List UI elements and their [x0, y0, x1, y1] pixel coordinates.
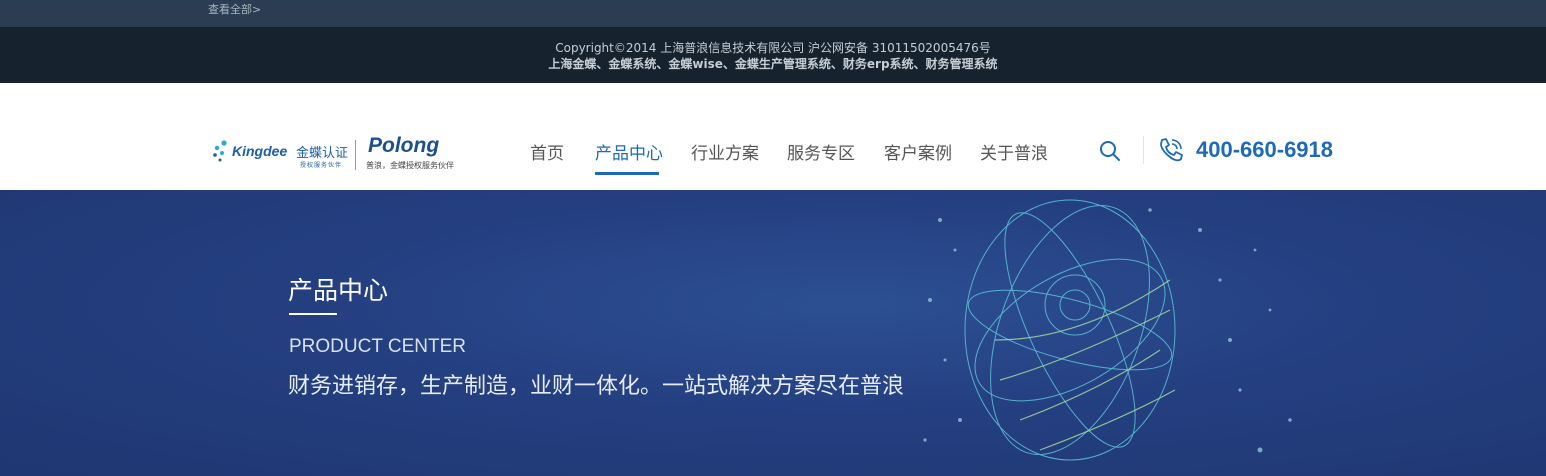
phone-number[interactable]: 400-660-6918 — [1196, 137, 1333, 163]
banner-tagline: 财务进销存，生产制造，业财一体化。一站式解决方案尽在普浪 — [288, 374, 905, 399]
page-subtitle-en: PRODUCT CENTER — [289, 336, 466, 357]
kingdee-wordmark: Kingdee — [232, 143, 288, 159]
search-icon[interactable] — [1099, 140, 1121, 162]
nav-item-home[interactable]: 首页 — [530, 139, 564, 164]
nav-item-cases[interactable]: 客户案例 — [884, 139, 952, 164]
nav-item-about[interactable]: 关于普浪 — [980, 139, 1048, 164]
kingdee-dots-icon — [213, 140, 227, 162]
site-logo[interactable]: Kingdee 金蝶认证 授权服务伙伴 Polong 普浪，金蝶授权服务伙伴 — [212, 134, 462, 172]
keyword-links[interactable]: 上海金蝶、金蝶系统、金蝶wise、金蝶生产管理系统、财务erp系统、财务管理系统 — [0, 56, 1546, 72]
copyright-text: Copyright©2014 上海普浪信息技术有限公司 沪公网安备 310115… — [555, 41, 991, 55]
phone-icon — [1160, 138, 1183, 162]
logo-divider — [355, 140, 356, 170]
site-footer: Copyright©2014 上海普浪信息技术有限公司 沪公网安备 310115… — [0, 27, 1546, 83]
globe-graphic — [923, 199, 1292, 461]
nav-item-solutions[interactable]: 行业方案 — [691, 139, 759, 164]
title-underline — [289, 313, 337, 315]
view-all-link[interactable]: 查看全部> — [208, 1, 261, 17]
nav-item-products[interactable]: 产品中心 — [595, 139, 663, 164]
header-separator — [1143, 136, 1144, 164]
polong-wordmark: Polong — [368, 134, 440, 157]
polong-tagline: 普浪，金蝶授权服务伙伴 — [366, 161, 454, 170]
nav-active-underline — [595, 172, 659, 175]
top-strip: 查看全部> — [0, 0, 1546, 27]
page-title: 产品中心 — [288, 276, 389, 305]
nav-item-services[interactable]: 服务专区 — [787, 139, 855, 164]
kingdee-cert-sub: 授权服务伙伴 — [300, 162, 343, 169]
site-header: Kingdee 金蝶认证 授权服务伙伴 Polong 普浪，金蝶授权服务伙伴 首… — [0, 83, 1546, 190]
kingdee-cert-label: 金蝶认证 — [296, 146, 349, 161]
hero-banner: 产品中心 PRODUCT CENTER 财务进销存，生产制造，业财一体化。一站式… — [0, 190, 1546, 476]
